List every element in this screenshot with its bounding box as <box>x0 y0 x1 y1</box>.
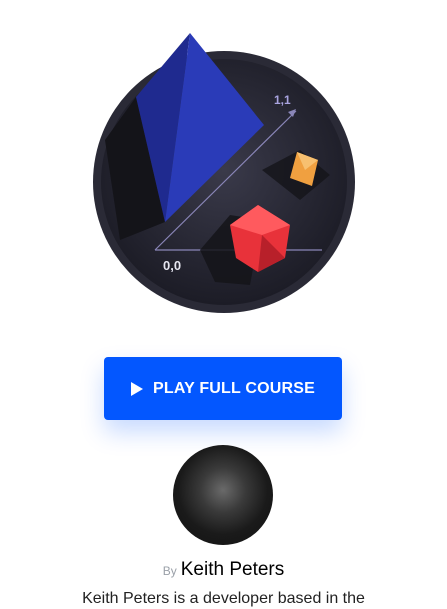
play-button-label: PLAY FULL COURSE <box>152 379 316 397</box>
instructor-byline: By Keith Peters <box>0 559 447 581</box>
play-full-course-button[interactable]: PLAY FULL COURSE <box>104 357 342 420</box>
play-icon <box>130 381 143 396</box>
instructor-avatar <box>173 445 273 545</box>
instructor-name[interactable]: Keith Peters <box>181 559 285 580</box>
course-illustration: 0,0 1,1 <box>93 33 355 313</box>
instructor-bio: Keith Peters is a developer based in the <box>82 590 365 607</box>
origin-label: 0,0 <box>163 258 181 273</box>
end-label: 1,1 <box>274 93 291 107</box>
by-label: By <box>162 564 177 578</box>
